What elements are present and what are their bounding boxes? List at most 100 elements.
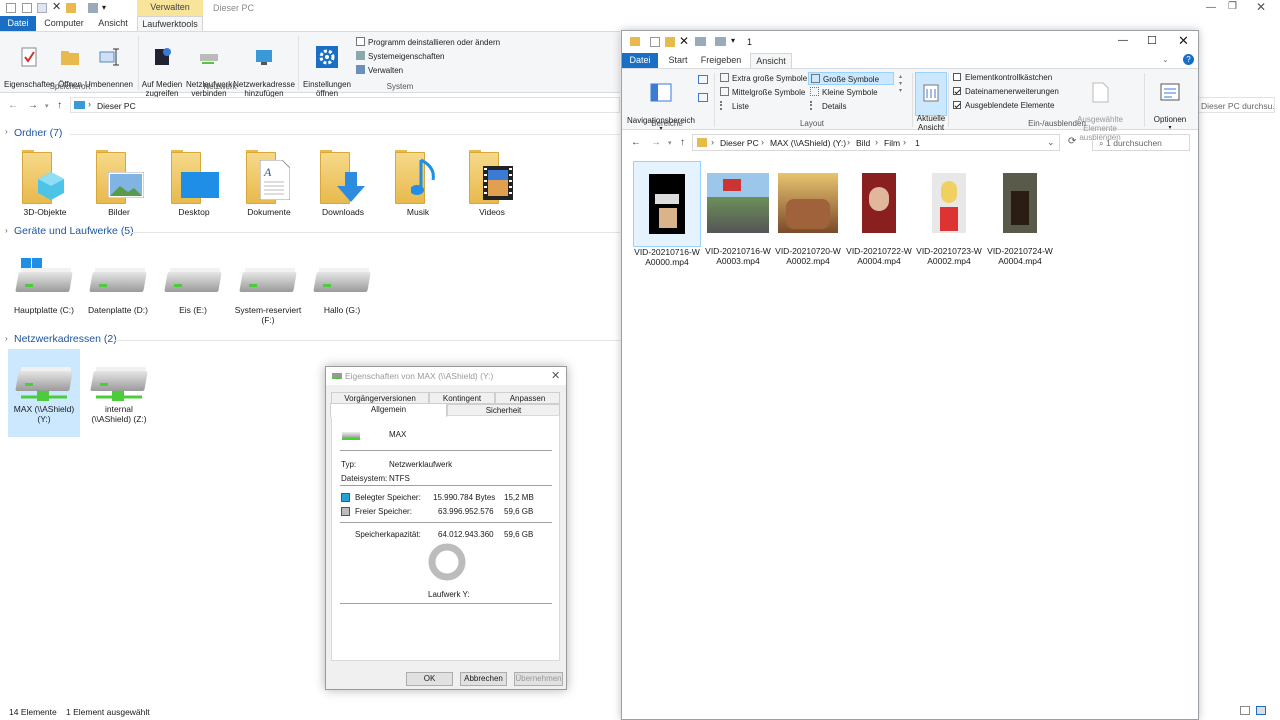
- search-input[interactable]: Dieser PC durchsu...: [1197, 97, 1275, 113]
- tab-ansicht[interactable]: Ansicht: [750, 53, 792, 69]
- file-thumbnail[interactable]: VID-20210716-W A0003.mp4: [704, 163, 772, 266]
- layout-list[interactable]: Liste: [720, 100, 749, 113]
- delete-x-icon[interactable]: ✕: [679, 34, 689, 48]
- refresh-icon[interactable]: ⟳: [1068, 136, 1076, 147]
- folder-downloads[interactable]: Downloads: [307, 150, 379, 217]
- folder-videos[interactable]: Videos: [456, 150, 528, 217]
- close-icon[interactable]: ✕: [1178, 33, 1189, 49]
- search-input[interactable]: ⌕ 1 durchsuchen: [1092, 134, 1190, 151]
- drive-g[interactable]: Hallo (G:): [306, 258, 378, 315]
- layout-extra-large[interactable]: Extra große Symbole: [720, 72, 807, 85]
- recent-chevron-icon[interactable]: ▾: [668, 139, 672, 147]
- folder-icon[interactable]: [66, 3, 76, 13]
- tab-ansicht[interactable]: Ansicht: [91, 16, 135, 32]
- properties-check-icon[interactable]: [650, 37, 660, 47]
- section-network[interactable]: Netzwerkadressen (2): [14, 333, 117, 345]
- open-settings-button[interactable]: Einstellungen öffnen: [300, 37, 354, 98]
- rename-icon[interactable]: [88, 3, 98, 13]
- minimize-icon[interactable]: —: [1206, 2, 1216, 13]
- ok-button[interactable]: OK: [406, 672, 453, 686]
- file-thumbnail[interactable]: VID-20210720-W A0002.mp4: [774, 163, 842, 266]
- layout-small[interactable]: Kleine Symbole: [810, 86, 878, 99]
- item-checkboxes-toggle[interactable]: Elementkontrollkästchen: [953, 71, 1052, 84]
- collapse-chevron-icon[interactable]: ›: [5, 226, 8, 235]
- maximize-icon[interactable]: ☐: [1147, 34, 1157, 47]
- file-extensions-toggle[interactable]: Dateinamenerweiterungen: [953, 85, 1059, 98]
- address-box[interactable]: › Dieser PC: [70, 97, 620, 113]
- minimize-icon[interactable]: —: [1118, 35, 1128, 46]
- forward-arrow-icon[interactable]: →: [651, 137, 661, 148]
- system-properties-button[interactable]: Systemeigenschaften: [356, 50, 445, 63]
- uninstall-program-button[interactable]: Programm deinstallieren oder ändern: [356, 36, 500, 49]
- layout-details[interactable]: Details: [810, 100, 846, 113]
- folder-bilder[interactable]: Bilder: [83, 150, 155, 217]
- layout-medium[interactable]: Mittelgroße Symbole: [720, 86, 805, 99]
- tab-datei[interactable]: Datei: [0, 16, 36, 32]
- layout-scroll-icon[interactable]: ▴ ▾ ▾: [899, 73, 902, 94]
- tab-start[interactable]: Start: [662, 53, 694, 69]
- customize-chevron-icon[interactable]: ▾: [102, 3, 112, 13]
- delete-x-icon[interactable]: ✕: [52, 2, 62, 13]
- large-icons-view-icon[interactable]: [1256, 706, 1266, 715]
- tab-laufwerktools[interactable]: Laufwerktools: [137, 16, 203, 32]
- new-folder-icon[interactable]: [665, 37, 675, 47]
- drive-f[interactable]: System-reserviert (F:): [232, 258, 304, 325]
- drive-c[interactable]: Hauptplatte (C:): [8, 258, 80, 315]
- quick-access-icon[interactable]: [6, 3, 16, 13]
- file-thumbnail[interactable]: VID-20210724-W A0004.mp4: [986, 163, 1054, 266]
- file-thumbnail[interactable]: VID-20210716-W A0000.mp4: [633, 161, 701, 267]
- manage-button[interactable]: Verwalten: [356, 64, 403, 77]
- checkbox-unchecked[interactable]: [953, 73, 961, 81]
- back-arrow-icon[interactable]: ←: [8, 100, 18, 111]
- cancel-button[interactable]: Abbrechen: [460, 672, 507, 686]
- address-box[interactable]: › Dieser PC › MAX (\\AShield) (Y:) › Bil…: [692, 134, 1060, 151]
- network-drive-y[interactable]: MAX (\\AShield) (Y:): [8, 349, 80, 437]
- hidden-items-toggle[interactable]: Ausgeblendete Elemente: [953, 99, 1054, 112]
- layout-large-selected[interactable]: Große Symbole: [808, 72, 895, 85]
- crumb-max-drive[interactable]: MAX (\\AShield) (Y:): [770, 138, 846, 148]
- preview-pane-icon[interactable]: [698, 75, 708, 84]
- file-thumbnail[interactable]: VID-20210723-W A0002.mp4: [915, 163, 983, 266]
- drive-d[interactable]: Datenplatte (D:): [82, 258, 154, 315]
- crumb-bild[interactable]: Bild: [856, 138, 870, 148]
- folder-dokumente[interactable]: A Dokumente: [233, 150, 305, 217]
- details-pane-icon[interactable]: [698, 93, 708, 102]
- up-arrow-icon[interactable]: ↑: [57, 100, 62, 111]
- recent-chevron-icon[interactable]: ▾: [45, 102, 49, 110]
- tab-freigeben[interactable]: Freigeben: [698, 53, 744, 69]
- new-doc-icon[interactable]: [37, 3, 47, 13]
- help-icon[interactable]: ?: [1183, 54, 1194, 65]
- details-view-icon[interactable]: [1240, 706, 1250, 715]
- crumb-1[interactable]: 1: [915, 138, 920, 148]
- rename-icon[interactable]: [695, 37, 706, 46]
- tab-general[interactable]: Allgemein: [330, 403, 447, 417]
- folder-musik[interactable]: Musik: [382, 150, 454, 217]
- forward-arrow-icon[interactable]: →: [28, 100, 38, 111]
- current-view-button[interactable]: Aktuelle Ansicht: [915, 72, 947, 132]
- up-arrow-icon[interactable]: ↑: [680, 137, 685, 148]
- folder-3d-objekte[interactable]: 3D-Objekte: [9, 150, 81, 217]
- move-icon[interactable]: [715, 37, 726, 46]
- folder-desktop[interactable]: Desktop: [158, 150, 230, 217]
- address-history-chevron-icon[interactable]: ⌄: [1047, 137, 1055, 148]
- file-thumbnail[interactable]: VID-20210722-W A0004.mp4: [845, 163, 913, 266]
- customize-chevron-icon[interactable]: ▾: [731, 36, 735, 45]
- apply-button[interactable]: Übernehmen: [514, 672, 563, 686]
- properties-check-icon[interactable]: [22, 3, 32, 13]
- tab-computer[interactable]: Computer: [40, 16, 88, 32]
- network-drive-z[interactable]: internal (\\AShield) (Z:): [83, 357, 155, 424]
- ribbon-collapse-icon[interactable]: ⌄: [1162, 55, 1169, 64]
- collapse-chevron-icon[interactable]: ›: [5, 334, 8, 343]
- section-devices[interactable]: Geräte und Laufwerke (5): [14, 225, 134, 237]
- collapse-chevron-icon[interactable]: ›: [5, 127, 8, 136]
- close-icon[interactable]: ✕: [551, 369, 560, 382]
- checkbox-checked[interactable]: [953, 101, 961, 109]
- close-icon[interactable]: ✕: [1256, 0, 1266, 14]
- back-arrow-icon[interactable]: ←: [631, 137, 641, 148]
- crumb-film[interactable]: Film: [884, 138, 900, 148]
- section-folders[interactable]: Ordner (7): [14, 127, 62, 139]
- media-access-button[interactable]: Auf Medien zugreifen: [140, 37, 184, 98]
- crumb-this-pc[interactable]: Dieser PC: [720, 138, 759, 148]
- checkbox-checked[interactable]: [953, 87, 961, 95]
- options-button[interactable]: Optionen ▾: [1148, 72, 1192, 133]
